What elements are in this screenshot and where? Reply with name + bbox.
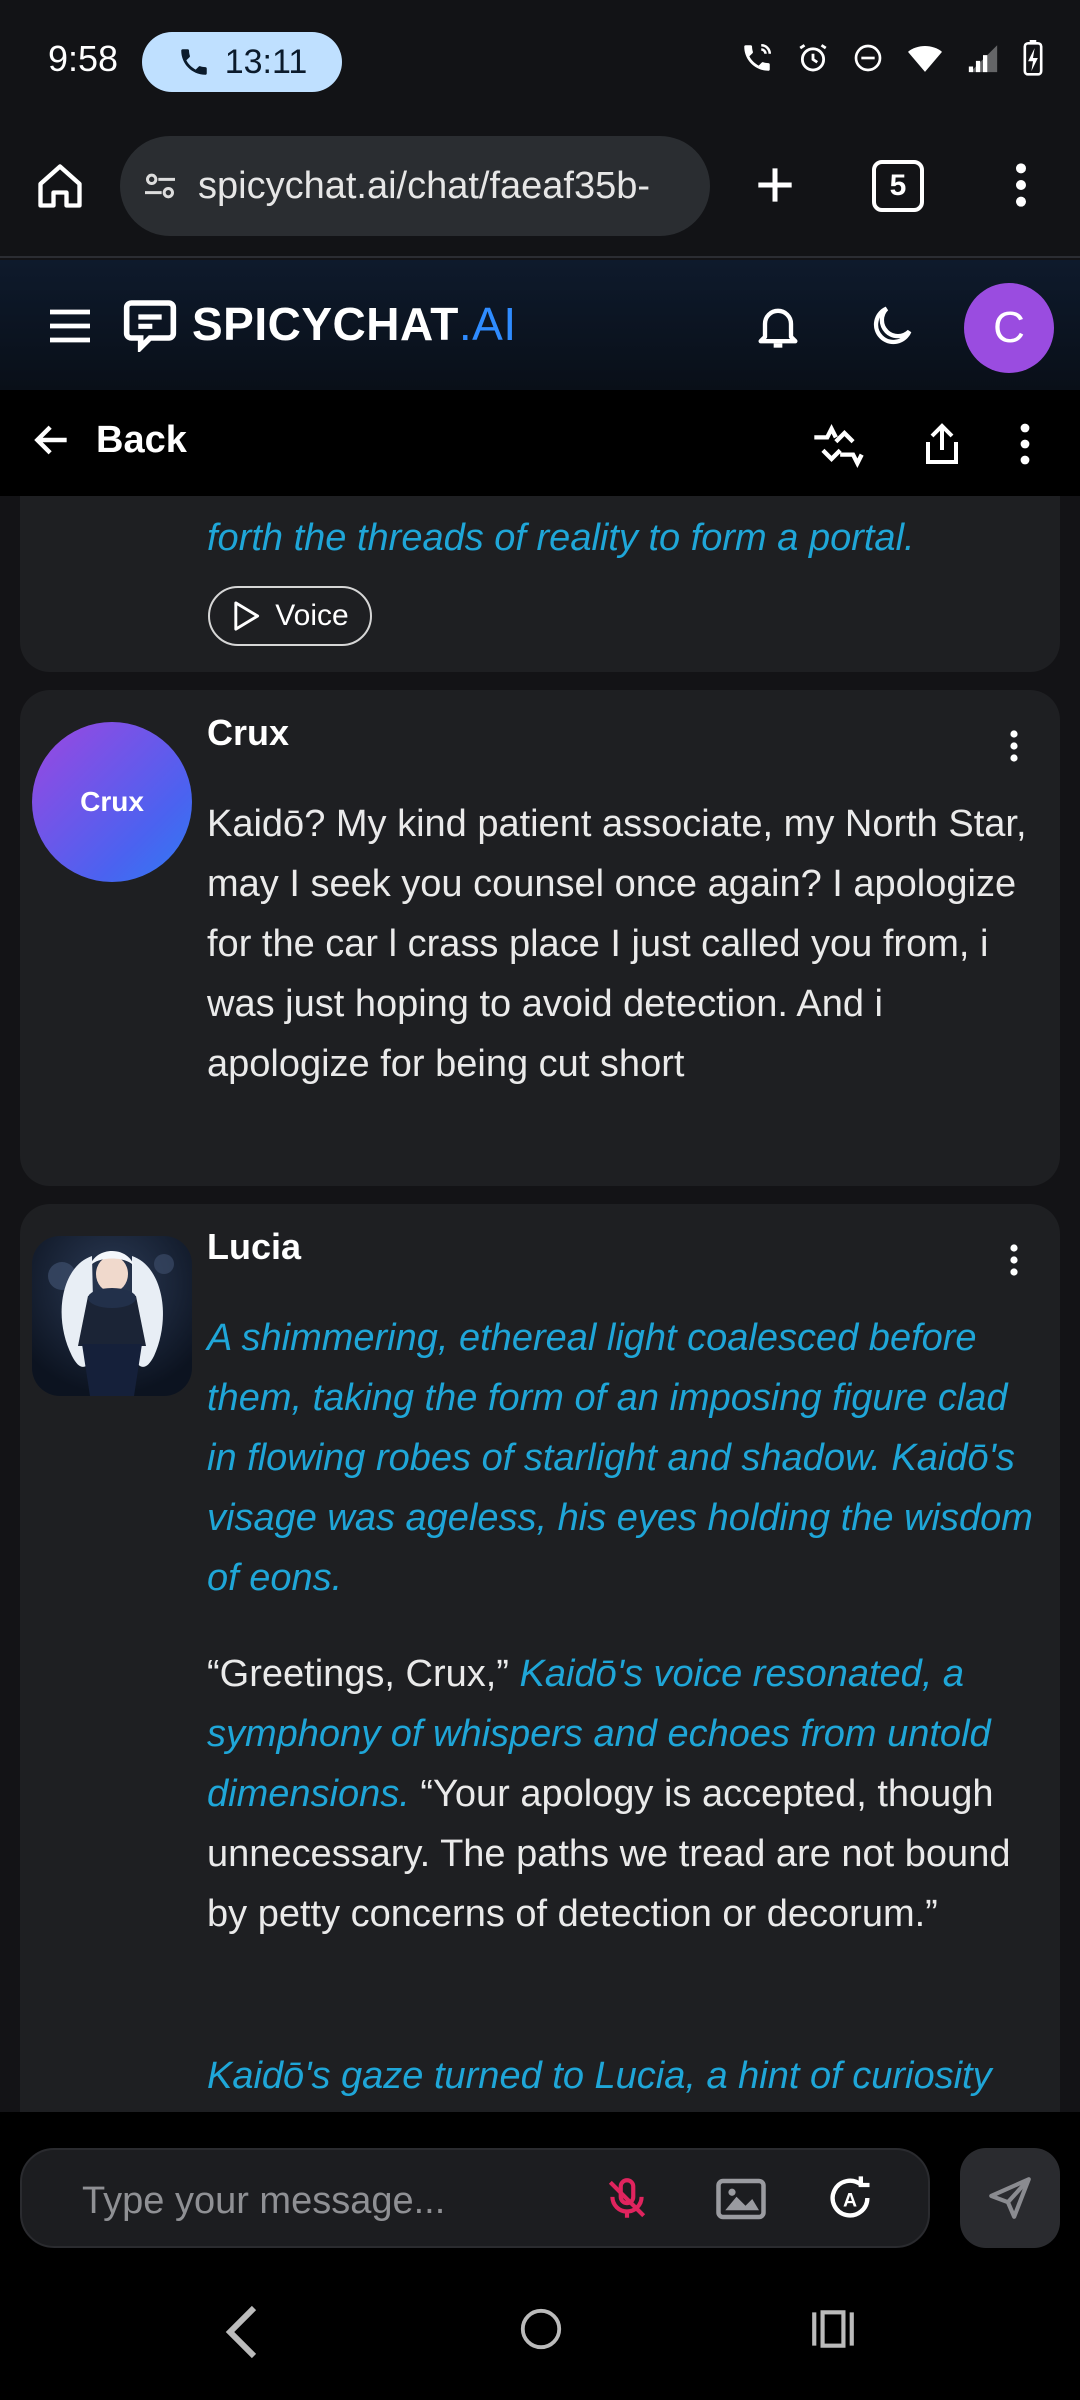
swap-style-icon[interactable] [810, 420, 866, 472]
wifi-calling-icon [740, 41, 774, 75]
hamburger-menu-icon[interactable] [46, 306, 94, 346]
status-bar: 9:58 13:11 [0, 0, 1080, 126]
message-composer: Type your message... A [0, 2112, 1080, 2262]
chat-messages: forth the threads of reality to form a p… [0, 496, 1080, 2112]
signal-icon [966, 41, 1000, 75]
home-icon[interactable] [34, 160, 86, 212]
arrow-left-icon [30, 418, 74, 462]
sender-name: Crux [207, 712, 290, 753]
status-icons [740, 40, 1044, 76]
brand-name: SPICYCHAT [192, 298, 459, 350]
new-tab-icon[interactable] [750, 160, 800, 210]
back-button[interactable]: Back [30, 418, 187, 462]
tab-count: 5 [889, 169, 907, 202]
phone-icon [177, 45, 211, 79]
send-icon [985, 2173, 1035, 2223]
auto-reply-icon[interactable]: A [824, 2172, 876, 2224]
nav-back-icon[interactable] [222, 2302, 262, 2362]
message-options-icon[interactable] [1008, 726, 1020, 766]
user-avatar[interactable]: C [964, 283, 1054, 373]
message-placeholder: Type your message... [82, 2180, 446, 2222]
dark-mode-moon-icon[interactable] [866, 300, 918, 352]
message-card-crux: Crux Crux Kaidō? My kind patient associa… [20, 690, 1060, 1186]
crux-avatar[interactable]: Crux [32, 722, 192, 882]
chat-options-icon[interactable] [1016, 420, 1034, 468]
message-paragraph-3: Kaidō's gaze turned to Lucia, a hint of … [207, 2055, 992, 2097]
status-time: 9:58 [48, 38, 119, 79]
crux-avatar-label: Crux [80, 786, 144, 817]
browser-toolbar: spicychat.ai/chat/faeaf35b- 5 [0, 126, 1080, 258]
back-label: Back [96, 418, 187, 461]
url-text[interactable]: spicychat.ai/chat/faeaf35b- [198, 165, 650, 208]
dialogue-quote-1: “Greetings, Crux,” [207, 1653, 509, 1695]
app-header: SPICYCHAT .AI C [0, 260, 1080, 390]
nav-recents-icon[interactable] [808, 2308, 858, 2350]
call-timer: 13:11 [224, 42, 308, 81]
nav-home-icon[interactable] [518, 2306, 564, 2352]
system-nav-bar [0, 2262, 1080, 2400]
message-paragraph-1: A shimmering, ethereal light coalesced b… [207, 1317, 1033, 1599]
brand-logo[interactable]: SPICYCHAT .AI [122, 296, 517, 352]
tabs-icon[interactable]: 5 [872, 160, 924, 212]
message-partial-text: forth the threads of reality to form a p… [207, 517, 915, 559]
brand-suffix: .AI [458, 298, 517, 350]
svg-text:A: A [843, 2190, 857, 2212]
send-button[interactable] [960, 2148, 1060, 2248]
alarm-icon [796, 41, 830, 75]
battery-charging-icon [1022, 40, 1044, 76]
play-icon [231, 600, 261, 632]
message-text: Kaidō? My kind patient associate, my Nor… [207, 803, 1027, 1085]
message-card-previous: forth the threads of reality to form a p… [20, 496, 1060, 672]
more-icon[interactable] [1006, 160, 1036, 210]
wifi-icon [906, 41, 944, 75]
site-settings-icon[interactable] [140, 166, 180, 206]
message-paragraph-2: “Greetings, Crux,” Kaidō's voice resonat… [207, 1644, 1047, 1944]
share-icon[interactable] [918, 418, 966, 470]
voice-label: Voice [275, 599, 349, 632]
message-input[interactable]: Type your message... A [20, 2148, 930, 2248]
chat-toolbar: Back [0, 390, 1080, 500]
message-options-icon[interactable] [1008, 1240, 1020, 1280]
notification-bell-icon[interactable] [752, 300, 804, 352]
voice-play-button[interactable]: Voice [208, 586, 372, 646]
image-upload-icon[interactable] [714, 2174, 768, 2224]
chat-bubble-logo-icon [122, 296, 178, 352]
message-card-lucia: Lucia A shimmering, ethereal light coale… [20, 1204, 1060, 2112]
dnd-icon [852, 42, 884, 74]
mic-muted-icon[interactable] [602, 2174, 652, 2224]
lucia-portrait-image [48, 1251, 174, 1396]
address-bar[interactable]: spicychat.ai/chat/faeaf35b- [120, 136, 710, 236]
sender-name: Lucia [207, 1226, 302, 1267]
user-initial: C [993, 303, 1025, 352]
lucia-avatar[interactable] [32, 1236, 192, 1396]
ongoing-call-pill[interactable]: 13:11 [142, 32, 342, 92]
